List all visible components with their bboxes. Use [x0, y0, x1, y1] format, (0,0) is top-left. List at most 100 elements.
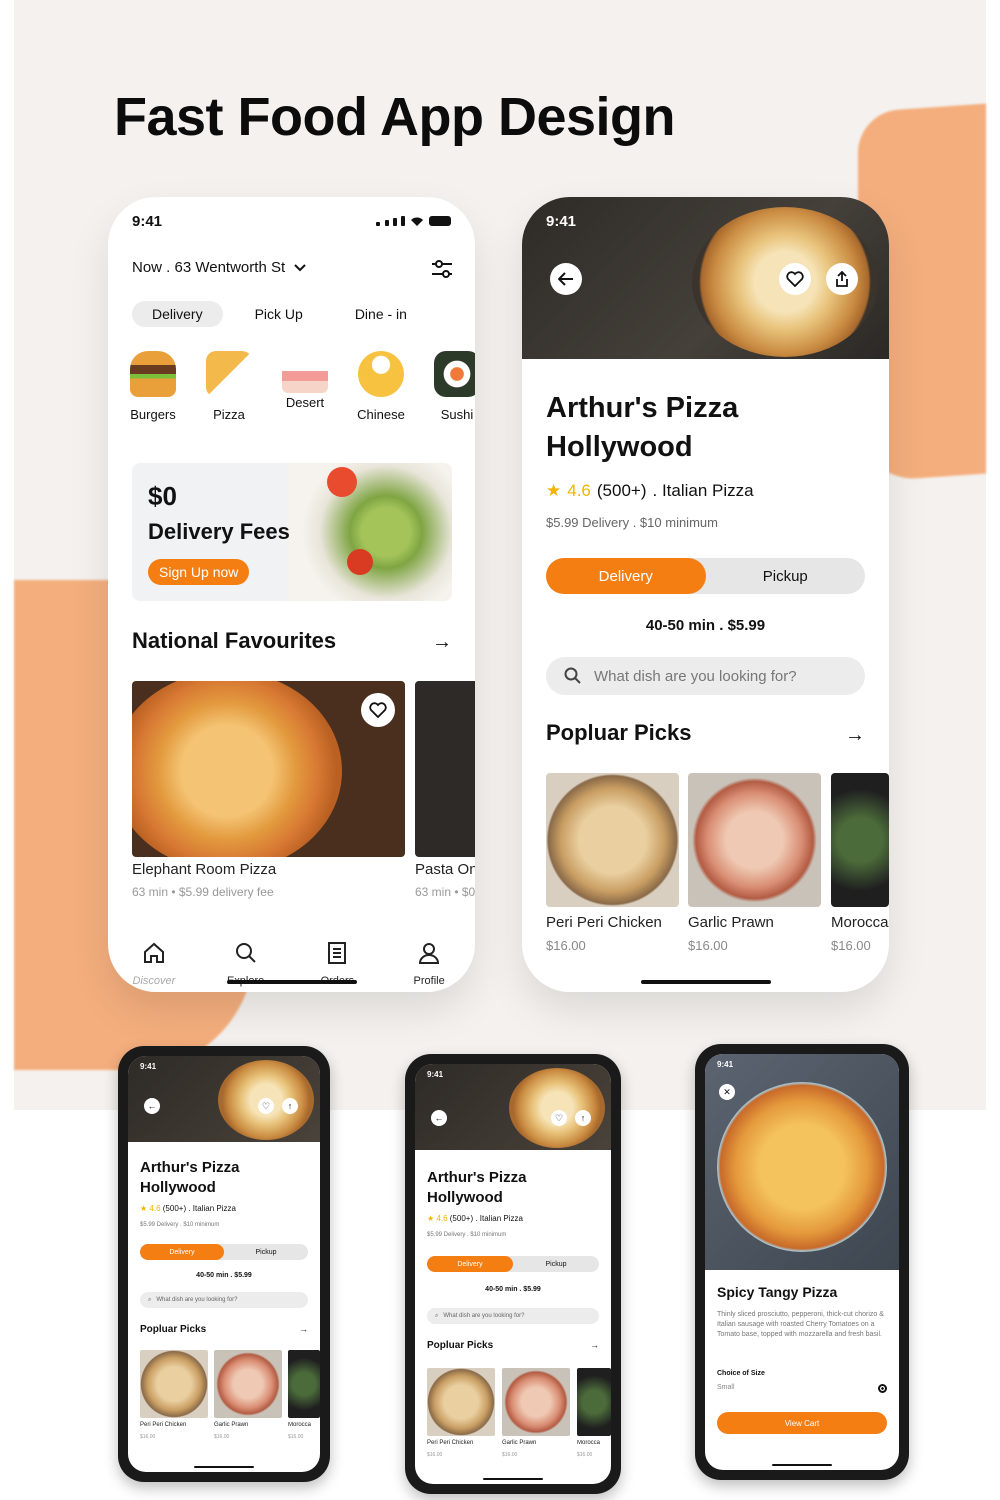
- pick-title[interactable]: Peri Peri Chicken: [546, 914, 662, 931]
- pick-title[interactable]: Morocca: [831, 914, 889, 931]
- battery-icon: [429, 216, 451, 226]
- arrow-right-icon[interactable]: →: [432, 631, 452, 654]
- pick-title[interactable]: Morocca: [577, 1440, 611, 1446]
- restaurant-card-image[interactable]: [415, 681, 475, 857]
- heart-icon: [786, 271, 804, 287]
- favorite-button[interactable]: [779, 263, 811, 295]
- sign-up-button[interactable]: Sign Up now: [148, 559, 250, 585]
- arrow-right-icon[interactable]: →: [845, 724, 865, 747]
- size-option[interactable]: Small: [717, 1384, 735, 1391]
- category-label: Sushi: [440, 407, 474, 422]
- dish-search-input[interactable]: ⌕ What dish are you looking for?: [427, 1308, 599, 1324]
- pick-image[interactable]: [214, 1350, 282, 1418]
- category-sushi[interactable]: Sushi: [432, 351, 475, 422]
- sushi-icon: [434, 351, 475, 397]
- restaurant-meta: 63 min • $0: [415, 885, 475, 899]
- pick-price: $16.00: [288, 1434, 304, 1440]
- location-selector[interactable]: Now . 63 Wentworth St: [132, 259, 307, 276]
- pick-title[interactable]: Morocca: [288, 1422, 320, 1428]
- arrow-right-icon[interactable]: →: [590, 1340, 599, 1350]
- cuisine: . Italian Pizza: [652, 481, 754, 500]
- home-indicator: [640, 980, 771, 984]
- product-description: Thinly sliced prosciutto, pepperoni, thi…: [717, 1311, 884, 1338]
- dish-search-input[interactable]: ⌕ What dish are you looking for?: [140, 1292, 308, 1308]
- restaurant-name[interactable]: Pasta On: [415, 861, 475, 878]
- pizza-image: [717, 1082, 887, 1252]
- pick-image[interactable]: [831, 773, 889, 907]
- pick-title[interactable]: Garlic Prawn: [502, 1440, 536, 1446]
- pick-title[interactable]: Peri Peri Chicken: [427, 1440, 473, 1446]
- filter-icon[interactable]: [431, 259, 453, 279]
- pick-image[interactable]: [427, 1368, 495, 1436]
- category-desert[interactable]: Desert: [280, 351, 330, 422]
- dish-search-input[interactable]: What dish are you looking for?: [546, 657, 865, 695]
- restaurant-title: Arthur's Pizza Hollywood: [546, 392, 739, 463]
- pick-title[interactable]: Garlic Prawn: [688, 914, 774, 931]
- pick-image[interactable]: [688, 773, 821, 907]
- search-placeholder: What dish are you looking for?: [443, 1313, 525, 1319]
- product-title: Spicy Tangy Pizza: [717, 1284, 838, 1300]
- pick-price: $16.00: [831, 938, 871, 953]
- pickup-option[interactable]: Pickup: [513, 1256, 599, 1272]
- pick-image[interactable]: [288, 1350, 320, 1418]
- pickup-option[interactable]: Pickup: [224, 1244, 308, 1260]
- delivery-meta: $5.99 Delivery . $10 minimum: [427, 1232, 507, 1238]
- signal-icon: [376, 213, 405, 230]
- category-chinese[interactable]: Chinese: [356, 351, 406, 422]
- share-icon[interactable]: ↑: [282, 1098, 298, 1114]
- mode-delivery[interactable]: Delivery: [132, 301, 223, 327]
- tab-label: Discover: [132, 975, 176, 987]
- delivery-option[interactable]: Delivery: [427, 1256, 513, 1272]
- pick-price: $16.00: [140, 1434, 156, 1440]
- tab-discover[interactable]: Discover: [124, 940, 184, 992]
- back-button[interactable]: ←: [431, 1110, 447, 1126]
- restaurant-card-image[interactable]: [132, 681, 405, 857]
- heart-icon[interactable]: ♡: [551, 1110, 567, 1126]
- radio-selected[interactable]: [878, 1384, 887, 1393]
- restaurant-name[interactable]: Elephant Room Pizza: [132, 861, 276, 878]
- pick-price: $16.00: [214, 1434, 230, 1440]
- delivery-meta: $5.99 Delivery . $10 minimum: [140, 1222, 220, 1228]
- review-count: (500+): [596, 481, 647, 500]
- share-icon[interactable]: ↑: [575, 1110, 591, 1126]
- arrow-right-icon[interactable]: →: [299, 1324, 308, 1334]
- heart-icon[interactable]: ♡: [258, 1098, 274, 1114]
- pick-title[interactable]: Garlic Prawn: [214, 1422, 248, 1428]
- category-pizza[interactable]: Pizza: [204, 351, 254, 422]
- mode-pickup[interactable]: Pick Up: [235, 301, 323, 327]
- section-title: Popluar Picks: [546, 720, 692, 745]
- share-button[interactable]: [826, 263, 858, 295]
- receipt-icon: [328, 942, 347, 964]
- delivery-option[interactable]: Delivery: [546, 558, 706, 594]
- home-indicator: [772, 1464, 832, 1466]
- location-label: Now . 63 Wentworth St: [132, 259, 286, 276]
- rating-row: ★ 4.6 (500+) . Italian Pizza: [140, 1204, 236, 1213]
- back-button[interactable]: [550, 263, 582, 295]
- pick-image[interactable]: [502, 1368, 570, 1436]
- pick-image[interactable]: [577, 1368, 611, 1436]
- pick-price: $16.00: [502, 1452, 518, 1458]
- promo-banner[interactable]: $0 Delivery Fees Sign Up now: [132, 463, 452, 601]
- mini-phone: 9:41 ← ♡ ↑ Arthur's Pizza Hollywood ★ 4.…: [405, 1054, 621, 1494]
- heart-icon[interactable]: [361, 693, 395, 727]
- delivery-option[interactable]: Delivery: [140, 1244, 224, 1260]
- pick-image[interactable]: [546, 773, 679, 907]
- pickup-option[interactable]: Pickup: [706, 558, 866, 594]
- mini-screen: 9:41 ✕ Spicy Tangy Pizza Thinly sliced p…: [705, 1054, 899, 1470]
- delivery-time-price: 40-50 min . $5.99: [645, 617, 766, 634]
- tab-profile[interactable]: Profile: [399, 940, 459, 992]
- back-button[interactable]: ←: [144, 1098, 160, 1114]
- search-icon: [564, 667, 581, 684]
- mode-dine-in[interactable]: Dine - in: [335, 301, 427, 327]
- pick-title[interactable]: Peri Peri Chicken: [140, 1422, 186, 1428]
- view-cart-button[interactable]: View Cart: [717, 1412, 887, 1434]
- tab-explore[interactable]: Explore: [216, 940, 276, 992]
- search-placeholder: What dish are you looking for?: [594, 667, 797, 685]
- tab-orders[interactable]: Orders: [307, 940, 367, 992]
- category-burgers[interactable]: Burgers: [128, 351, 178, 422]
- pick-image[interactable]: [140, 1350, 208, 1418]
- user-icon: [419, 943, 440, 964]
- pick-price: $16.00: [577, 1452, 593, 1458]
- close-button[interactable]: ✕: [719, 1084, 735, 1100]
- status-time: 9:41: [427, 1070, 444, 1079]
